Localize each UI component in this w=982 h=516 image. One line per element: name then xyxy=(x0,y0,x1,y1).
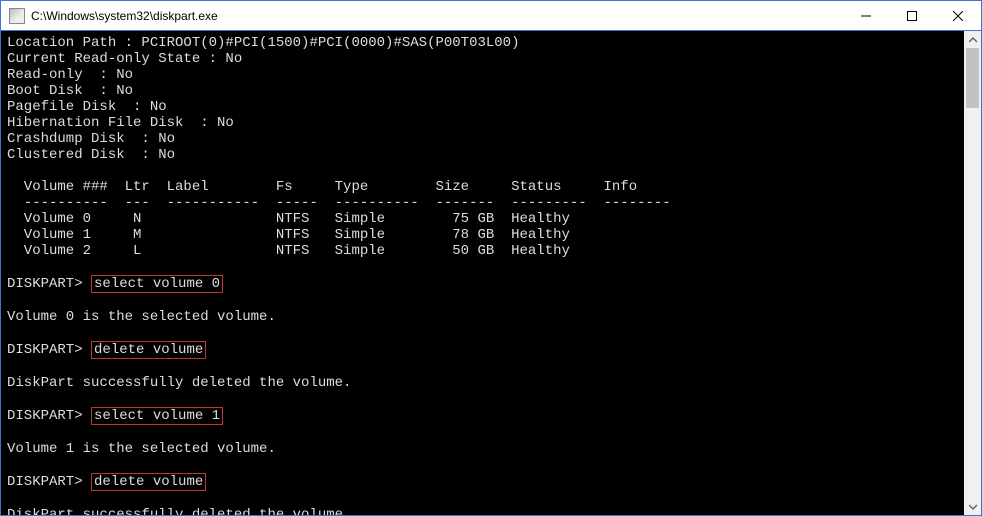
titlebar[interactable]: C:\Windows\system32\diskpart.exe xyxy=(1,1,981,31)
info-line: Current Read-only State : No xyxy=(7,51,958,67)
response-line: Volume 0 is the selected volume. xyxy=(7,309,958,325)
scroll-down-button[interactable] xyxy=(964,498,981,515)
prompt: DISKPART> xyxy=(7,276,83,292)
highlighted-command: delete volume xyxy=(91,473,206,491)
prompt: DISKPART> xyxy=(7,474,83,490)
table-header: Volume ### Ltr Label Fs Type Size Status… xyxy=(7,179,958,195)
table-row: Volume 0 N NTFS Simple 75 GB Healthy xyxy=(7,211,958,227)
scroll-thumb[interactable] xyxy=(966,48,979,108)
table-row: Volume 2 L NTFS Simple 50 GB Healthy xyxy=(7,243,958,259)
highlighted-command: delete volume xyxy=(91,341,206,359)
client-area: Location Path : PCIROOT(0)#PCI(1500)#PCI… xyxy=(1,31,981,515)
close-button[interactable] xyxy=(935,1,981,31)
response-line: DiskPart successfully deleted the volume… xyxy=(7,375,958,391)
scroll-up-button[interactable] xyxy=(964,31,981,48)
vertical-scrollbar[interactable] xyxy=(964,31,981,515)
response-line: Volume 1 is the selected volume. xyxy=(7,441,958,457)
info-line: Clustered Disk : No xyxy=(7,147,958,163)
info-line: Crashdump Disk : No xyxy=(7,131,958,147)
window-title: C:\Windows\system32\diskpart.exe xyxy=(31,9,218,23)
console-window: C:\Windows\system32\diskpart.exe Locatio… xyxy=(0,0,982,516)
response-line: DiskPart successfully deleted the volume… xyxy=(7,507,958,515)
info-line: Boot Disk : No xyxy=(7,83,958,99)
highlighted-command: select volume 1 xyxy=(91,407,223,425)
prompt: DISKPART> xyxy=(7,408,83,424)
scroll-track[interactable] xyxy=(964,48,981,498)
app-icon xyxy=(9,8,25,24)
maximize-button[interactable] xyxy=(889,1,935,31)
highlighted-command: select volume 0 xyxy=(91,275,223,293)
info-line: Pagefile Disk : No xyxy=(7,99,958,115)
info-line: Hibernation File Disk : No xyxy=(7,115,958,131)
info-line: Location Path : PCIROOT(0)#PCI(1500)#PCI… xyxy=(7,35,958,51)
table-row: Volume 1 M NTFS Simple 78 GB Healthy xyxy=(7,227,958,243)
table-divider: ---------- --- ----------- ----- -------… xyxy=(7,195,958,211)
info-line: Read-only : No xyxy=(7,67,958,83)
terminal-output[interactable]: Location Path : PCIROOT(0)#PCI(1500)#PCI… xyxy=(1,31,964,515)
prompt: DISKPART> xyxy=(7,342,83,358)
minimize-button[interactable] xyxy=(843,1,889,31)
